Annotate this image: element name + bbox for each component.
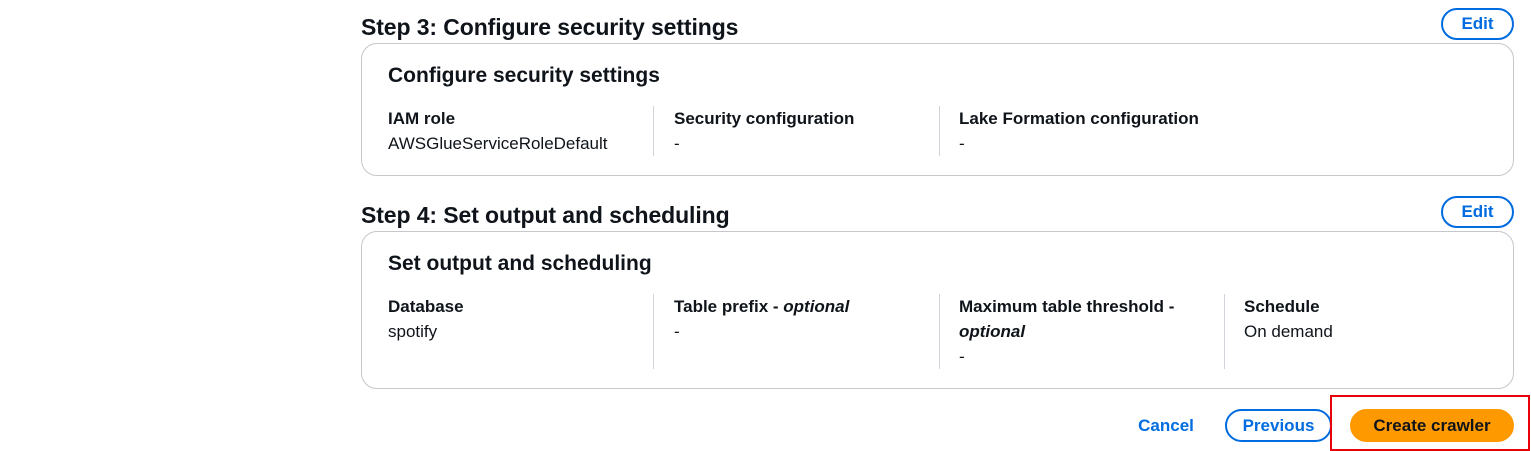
divider	[1224, 294, 1225, 369]
step-4-header: Step 4: Set output and scheduling Edit	[361, 196, 1514, 232]
divider	[653, 294, 654, 369]
lake-formation-label: Lake Formation configuration	[959, 109, 1199, 128]
previous-button[interactable]: Previous	[1225, 409, 1332, 442]
divider	[939, 294, 940, 369]
database-label: Database	[388, 297, 464, 316]
create-crawler-button[interactable]: Create crawler	[1350, 409, 1514, 442]
cancel-button[interactable]: Cancel	[1125, 409, 1207, 442]
database-field: Database spotify	[388, 294, 650, 344]
schedule-label: Schedule	[1244, 297, 1320, 316]
output-scheduling-card-title: Set output and scheduling	[388, 252, 652, 275]
security-configuration-value: -	[674, 134, 680, 153]
step-4-edit-button[interactable]: Edit	[1441, 196, 1514, 228]
max-table-threshold-value: -	[959, 347, 965, 366]
divider	[653, 106, 654, 156]
table-prefix-field: Table prefix - optional -	[674, 294, 936, 344]
schedule-field: Schedule On demand	[1244, 294, 1494, 344]
step-3-header: Step 3: Configure security settings Edit	[361, 8, 1514, 44]
lake-formation-field: Lake Formation configuration -	[959, 106, 1259, 156]
lake-formation-value: -	[959, 134, 965, 153]
table-prefix-value: -	[674, 322, 680, 341]
output-scheduling-card: Set output and scheduling Database spoti…	[361, 231, 1514, 389]
divider	[939, 106, 940, 156]
security-settings-card-title: Configure security settings	[388, 64, 660, 87]
max-table-threshold-field: Maximum table threshold - optional -	[959, 294, 1204, 369]
security-configuration-field: Security configuration -	[674, 106, 936, 156]
step-3-title: Step 3: Configure security settings	[361, 14, 739, 40]
security-settings-card: Configure security settings IAM role AWS…	[361, 43, 1514, 176]
security-configuration-label: Security configuration	[674, 109, 855, 128]
step-4-title: Step 4: Set output and scheduling	[361, 202, 730, 228]
max-table-threshold-label: Maximum table threshold - optional	[959, 297, 1175, 341]
database-value: spotify	[388, 322, 438, 341]
table-prefix-label: Table prefix - optional	[674, 297, 850, 316]
iam-role-field: IAM role AWSGlueServiceRoleDefault	[388, 106, 650, 156]
optional-tag: optional	[783, 297, 850, 316]
iam-role-label: IAM role	[388, 109, 456, 128]
iam-role-value: AWSGlueServiceRoleDefault	[388, 134, 608, 153]
optional-tag: optional	[959, 322, 1026, 341]
step-3-edit-button[interactable]: Edit	[1441, 8, 1514, 40]
schedule-value: On demand	[1244, 322, 1333, 341]
